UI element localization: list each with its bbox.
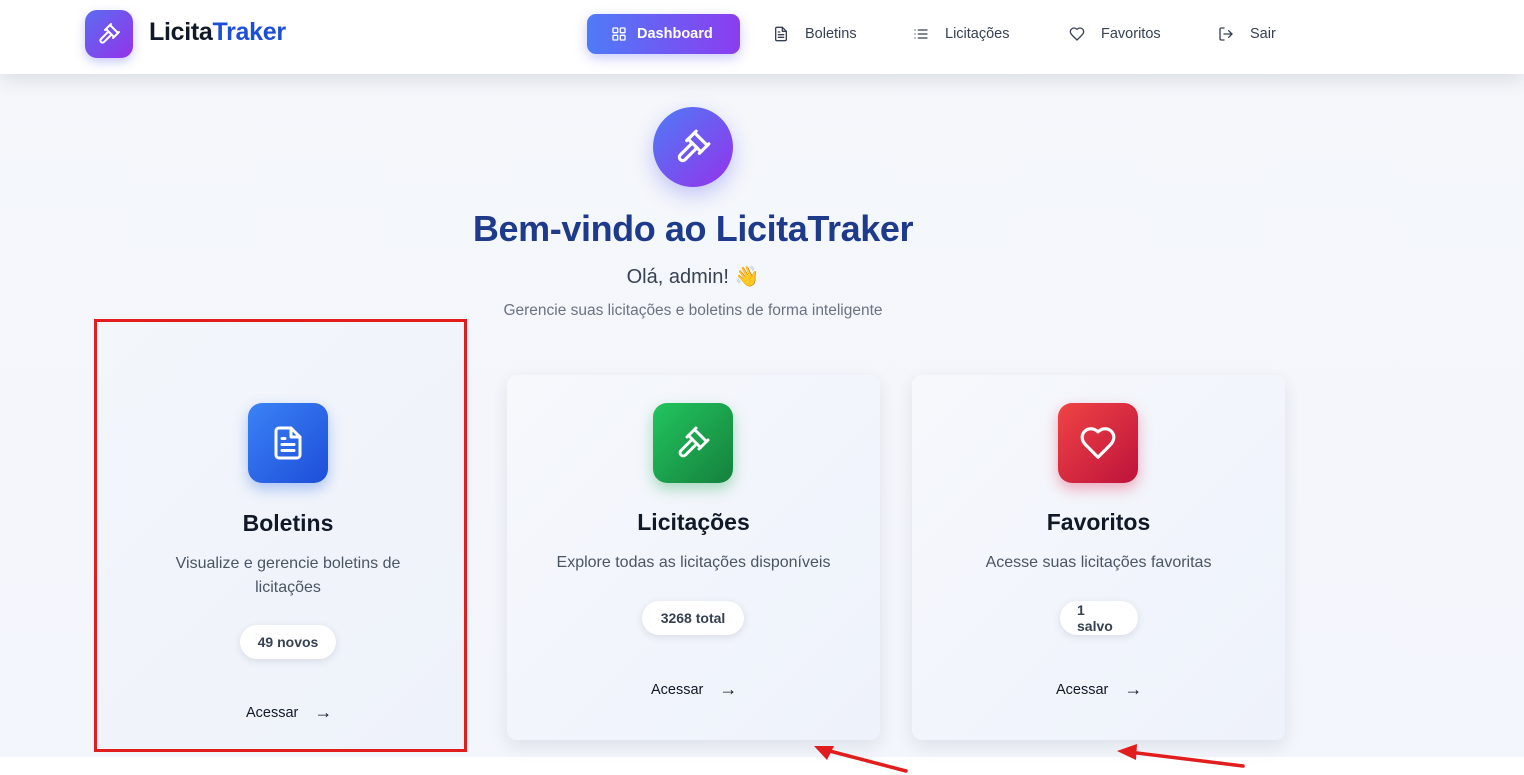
brand-logo[interactable] xyxy=(85,10,133,58)
card-title: Boletins xyxy=(242,510,334,536)
brand-name-part2: Traker xyxy=(212,18,287,46)
card-title: Licitações xyxy=(637,509,750,535)
gavel-icon xyxy=(99,23,120,44)
nav-favoritos-label: Favoritos xyxy=(1101,26,1161,42)
greeting: Olá, admin! 👋 xyxy=(626,266,760,288)
page-title: Bem-vindo ao LicitaTraker xyxy=(472,208,914,249)
gavel-icon xyxy=(677,129,711,163)
nav-sair-label: Sair xyxy=(1250,26,1276,42)
nav-boletins-label: Boletins xyxy=(805,26,857,42)
navbar: LicitaTraker Dashboard Boletins Licitaçõ… xyxy=(0,0,1524,74)
access-link[interactable]: Acessar → xyxy=(246,702,332,723)
access-label: Acessar xyxy=(246,704,299,721)
arrow-right-icon: → xyxy=(1124,679,1143,699)
card-favoritos-icon-badge xyxy=(1058,403,1138,483)
logout-icon xyxy=(1219,27,1233,41)
nav-boletins[interactable]: Boletins xyxy=(761,14,869,54)
hero-gavel-badge xyxy=(653,107,733,187)
access-label: Acessar xyxy=(1056,681,1109,698)
card-description: Explore todas as licitações disponíveis xyxy=(556,554,831,571)
heart-icon xyxy=(1080,427,1116,459)
card-description: Visualize e gerencie boletins de licitaç… xyxy=(175,555,401,596)
nav-licitacoes-label: Licitações xyxy=(945,26,1010,42)
brand-name-part1: Licita xyxy=(149,18,213,46)
count-badge: 49 novos xyxy=(240,625,336,659)
arrow-right-icon: → xyxy=(719,679,738,699)
access-label: Acessar xyxy=(651,681,704,698)
document-icon xyxy=(274,426,302,460)
nav-licitacoes[interactable]: Licitações xyxy=(901,14,1021,54)
access-link[interactable]: Acessar → xyxy=(1056,679,1142,700)
card-favoritos[interactable]: Favoritos Acesse suas licitações favorit… xyxy=(912,375,1285,740)
count-badge: 3268 total xyxy=(642,601,744,635)
heart-icon xyxy=(1069,27,1085,41)
list-icon xyxy=(914,29,928,39)
card-description: Acesse suas licitações favoritas xyxy=(985,554,1212,571)
arrow-right-icon: → xyxy=(314,702,333,722)
hero-subtitle: Gerencie suas licitações e boletins de f… xyxy=(503,302,883,319)
access-link[interactable]: Acessar → xyxy=(651,679,737,700)
bottom-strip xyxy=(0,757,1524,775)
brand-name[interactable]: LicitaTraker xyxy=(149,18,286,47)
card-licitacoes-icon-badge xyxy=(653,403,733,483)
gavel-icon xyxy=(678,426,710,458)
card-licitacoes[interactable]: Licitações Explore todas as licitações d… xyxy=(507,375,880,740)
nav-sair[interactable]: Sair xyxy=(1206,14,1288,54)
card-boletins[interactable]: Boletins Visualize e gerencie boletins d… xyxy=(96,322,469,750)
document-icon xyxy=(775,26,787,42)
count-badge: 1 salvo xyxy=(1060,601,1138,635)
card-title: Favoritos xyxy=(1046,509,1151,535)
card-boletins-icon-badge xyxy=(248,403,328,483)
nav-dashboard-label: Dashboard xyxy=(637,26,713,42)
grid-icon xyxy=(612,27,626,41)
nav-favoritos[interactable]: Favoritos xyxy=(1057,14,1173,54)
nav-dashboard[interactable]: Dashboard xyxy=(587,14,740,54)
